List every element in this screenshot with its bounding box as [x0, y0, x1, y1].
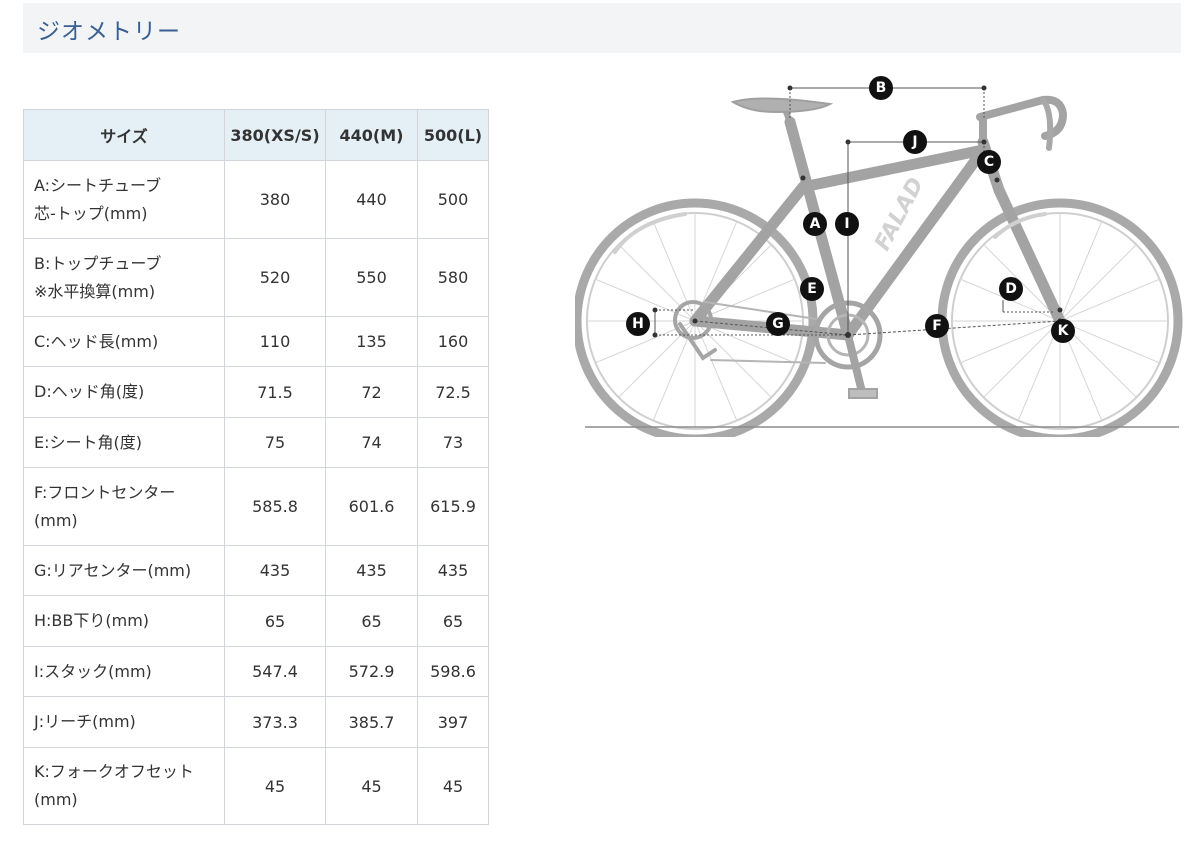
cell-value: 71.5 [224, 366, 326, 418]
table-row: D:ヘッド角(度) 71.5 72 72.5 [23, 366, 489, 418]
cell-value: 72.5 [417, 366, 489, 418]
svg-text:E: E [807, 281, 817, 297]
svg-text:A: A [810, 216, 821, 232]
row-label: E:シート角(度) [23, 417, 225, 468]
table-row: J:リーチ(mm) 373.3 385.7 397 [23, 696, 489, 748]
svg-text:I: I [844, 216, 849, 232]
marker-e: E [800, 277, 824, 301]
cell-value: 373.3 [224, 696, 326, 748]
row-label: B:トップチューブ ※水平換算(mm) [23, 238, 225, 317]
bicycle-illustration [575, 95, 1183, 437]
geometry-table: サイズ 380(XS/S) 440(M) 500(L) A:シートチューブ 芯-… [23, 109, 489, 825]
row-label: H:BB下り(mm) [23, 595, 225, 647]
cell-value: 585.8 [224, 467, 326, 546]
cell-value: 73 [417, 417, 489, 468]
row-label: G:リアセンター(mm) [23, 545, 225, 596]
row-label: A:シートチューブ 芯-トップ(mm) [23, 160, 225, 239]
svg-text:G: G [772, 316, 784, 332]
cell-value: 615.9 [417, 467, 489, 546]
cell-value: 45 [325, 747, 418, 825]
table-row: I:スタック(mm) 547.4 572.9 598.6 [23, 646, 489, 697]
cell-value: 440 [325, 160, 418, 239]
column-header-size: サイズ [23, 109, 225, 161]
row-label: K:フォークオフセ​ット(mm) [23, 747, 225, 825]
table-row: G:リアセンター(mm) 435 435 435 [23, 545, 489, 596]
marker-g: G [766, 312, 790, 336]
cell-value: 397 [417, 696, 489, 748]
cell-value: 74 [325, 417, 418, 468]
row-label: F:フロントセンター (mm) [23, 467, 225, 546]
cell-value: 45 [417, 747, 489, 825]
marker-a: A [803, 212, 827, 236]
table-row: K:フォークオフセ​ット(mm) 45 45 45 [23, 747, 489, 825]
table-row: F:フロントセンター (mm) 585.8 601.6 615.9 [23, 467, 489, 546]
svg-text:J: J [911, 134, 917, 150]
column-header-440: 440(M) [325, 109, 418, 161]
cell-value: 110 [224, 316, 326, 367]
section-header: ジオメトリー [23, 3, 1181, 53]
cell-value: 65 [325, 595, 418, 647]
cell-value: 72 [325, 366, 418, 418]
row-label: D:ヘッド角(度) [23, 366, 225, 418]
svg-text:F: F [932, 318, 942, 334]
column-header-500: 500(L) [417, 109, 489, 161]
marker-k: K [1051, 319, 1075, 343]
cell-value: 45 [224, 747, 326, 825]
marker-d: D [999, 277, 1023, 301]
cell-value: 520 [224, 238, 326, 317]
cell-value: 601.6 [325, 467, 418, 546]
table-header-row: サイズ 380(XS/S) 440(M) 500(L) [23, 109, 489, 161]
table-row: H:BB下り(mm) 65 65 65 [23, 595, 489, 647]
row-label: I:スタック(mm) [23, 646, 225, 697]
table-row: E:シート角(度) 75 74 73 [23, 417, 489, 468]
saddle [730, 97, 834, 114]
svg-text:H: H [632, 316, 644, 332]
cell-value: 550 [325, 238, 418, 317]
marker-f: F [925, 314, 949, 338]
cell-value: 500 [417, 160, 489, 239]
table-row: C:ヘッド長(mm) 110 135 160 [23, 316, 489, 367]
row-label: C:ヘッド長(mm) [23, 316, 225, 367]
marker-h: H [626, 312, 650, 336]
row-label: J:リーチ(mm) [23, 696, 225, 748]
marker-c: C [977, 150, 1001, 174]
svg-text:B: B [876, 80, 887, 96]
marker-b: B [869, 76, 893, 100]
cell-value: 547.4 [224, 646, 326, 697]
cell-value: 572.9 [325, 646, 418, 697]
bike-geometry-diagram: FALAD B J C A I E D H G F K [575, 76, 1183, 437]
cell-value: 435 [325, 545, 418, 596]
cell-value: 598.6 [417, 646, 489, 697]
cell-value: 160 [417, 316, 489, 367]
section-title: ジオメトリー [37, 19, 181, 45]
cell-value: 135 [325, 316, 418, 367]
svg-text:K: K [1058, 323, 1070, 339]
cell-value: 385.7 [325, 696, 418, 748]
cell-value: 435 [417, 545, 489, 596]
cell-value: 65 [417, 595, 489, 647]
marker-i: I [835, 212, 859, 236]
cell-value: 75 [224, 417, 326, 468]
column-header-380: 380(XS/S) [224, 109, 326, 161]
table-row: A:シートチューブ 芯-トップ(mm) 380 440 500 [23, 160, 489, 239]
cell-value: 435 [224, 545, 326, 596]
cell-value: 380 [224, 160, 326, 239]
svg-text:D: D [1005, 281, 1017, 297]
cell-value: 65 [224, 595, 326, 647]
marker-j: J [903, 130, 927, 154]
table-row: B:トップチューブ ※水平換算(mm) 520 550 580 [23, 238, 489, 317]
cell-value: 580 [417, 238, 489, 317]
svg-text:C: C [984, 154, 994, 170]
